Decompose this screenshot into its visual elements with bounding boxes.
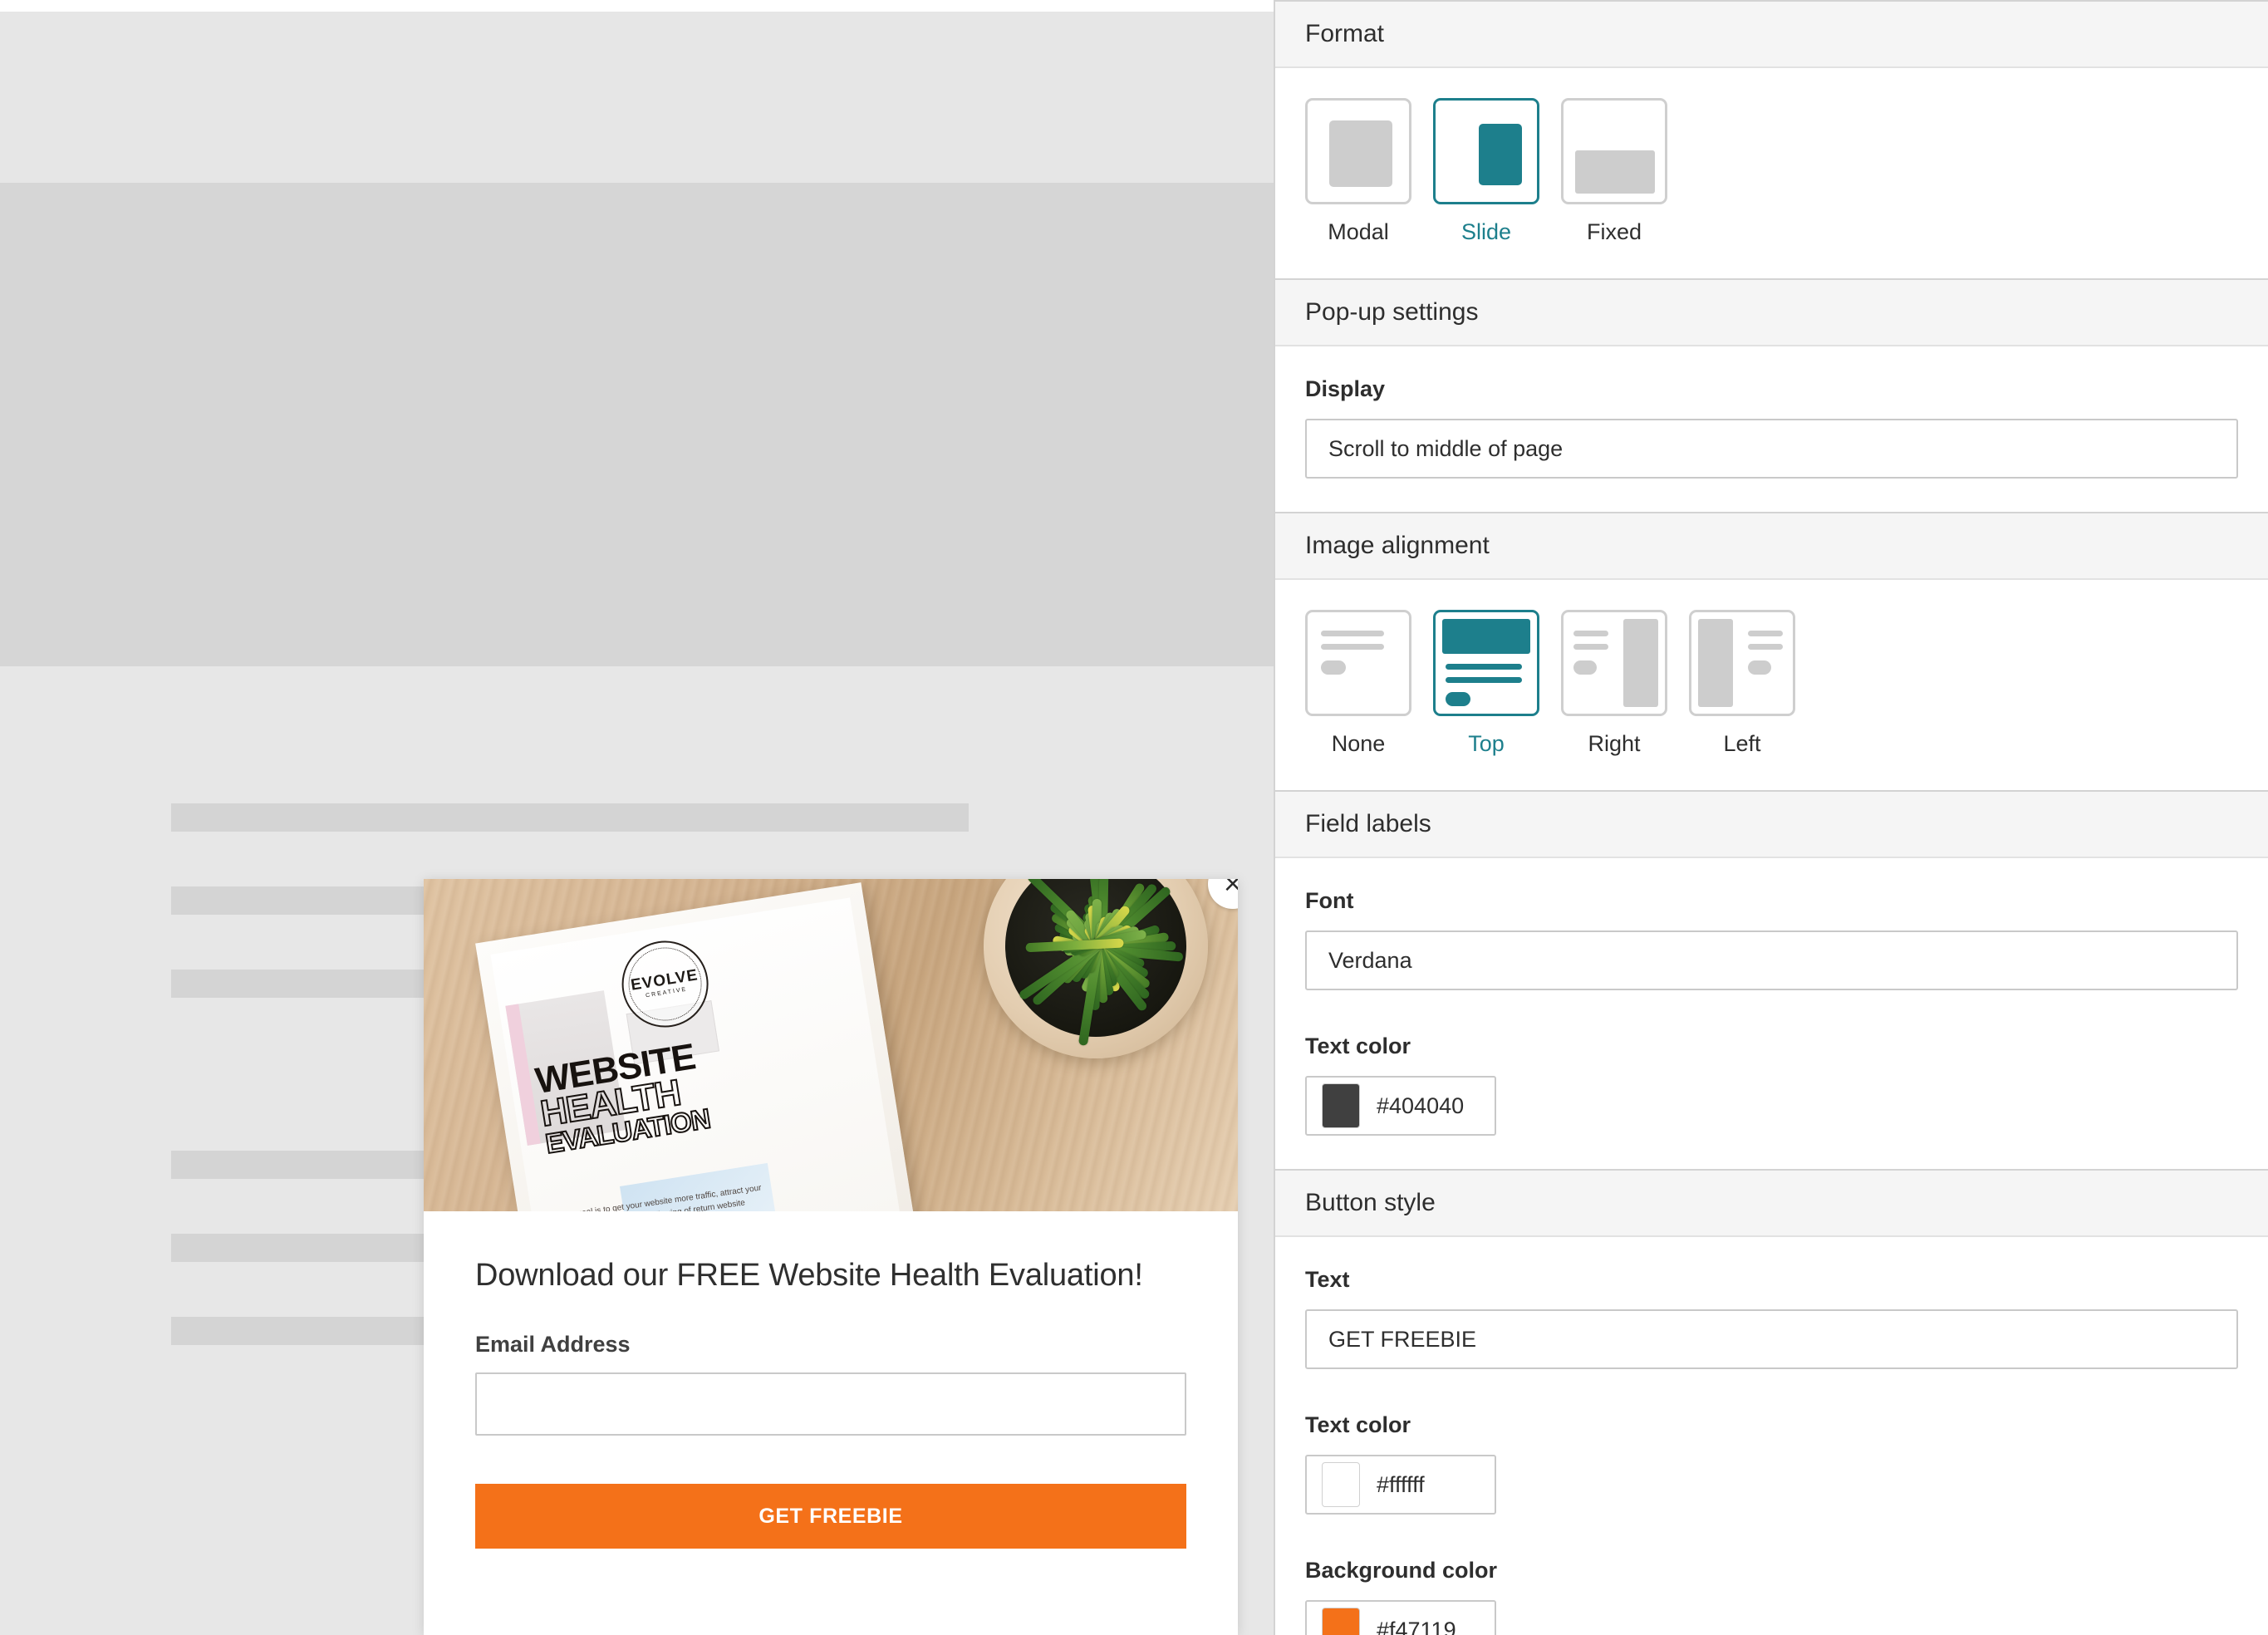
skeleton-topbar <box>0 12 1274 183</box>
website-preview-canvas: × EVOLVE CREATIVE WEBSITE HEALTH EVALUAT… <box>0 0 1274 1635</box>
font-label: Font <box>1305 888 1354 913</box>
field-labels-text-color-label: Text color <box>1305 1034 1411 1058</box>
align-top-icon <box>1433 610 1539 716</box>
format-option-slide[interactable]: Slide <box>1433 98 1539 245</box>
skeleton-bar <box>171 803 969 832</box>
section-body-field-labels: Font Verdana Text color #404040 <box>1275 858 2268 1169</box>
align-left-pill <box>1748 660 1771 675</box>
alignment-option-none-label: None <box>1331 731 1386 756</box>
color-swatch <box>1322 1462 1360 1507</box>
section-header-button-style: Button style <box>1275 1169 2268 1237</box>
align-right-line-1 <box>1573 631 1608 636</box>
button-text-color-picker[interactable]: #ffffff <box>1305 1455 1496 1515</box>
display-label: Display <box>1305 376 1386 401</box>
section-body-image-alignment: None Top Right Left <box>1275 580 2268 790</box>
fixed-icon <box>1561 98 1667 204</box>
email-input[interactable] <box>475 1372 1186 1436</box>
font-select[interactable]: Verdana <box>1305 930 2238 990</box>
email-field-label: Email Address <box>475 1332 631 1357</box>
color-swatch <box>1322 1608 1360 1635</box>
alignment-option-none[interactable]: None <box>1305 610 1411 757</box>
section-body-button-style: Text GET FREEBIE Text color #ffffff Back… <box>1275 1237 2268 1635</box>
align-left-line-2 <box>1748 644 1783 650</box>
align-none-pill <box>1321 660 1346 675</box>
button-text-color-label: Text color <box>1305 1412 1411 1437</box>
settings-panel: Format Modal Slide Fixed Pop-up settings… <box>1274 0 2268 1635</box>
format-option-row: Modal Slide Fixed <box>1305 98 2238 245</box>
alignment-option-top[interactable]: Top <box>1433 610 1539 757</box>
format-option-modal[interactable]: Modal <box>1305 98 1411 245</box>
popup-form-body: Download our FREE Website Health Evaluat… <box>424 1211 1238 1602</box>
button-text-label: Text <box>1305 1267 1350 1292</box>
section-header-image-alignment: Image alignment <box>1275 512 2268 580</box>
align-top-image-block <box>1442 619 1530 654</box>
color-swatch <box>1322 1083 1360 1128</box>
button-background-color-label: Background color <box>1305 1558 1498 1583</box>
align-none-line-1 <box>1321 631 1384 636</box>
section-body-format: Modal Slide Fixed <box>1275 68 2268 278</box>
display-select[interactable]: Scroll to middle of page <box>1305 419 2238 479</box>
align-none-line-2 <box>1321 644 1384 650</box>
align-right-pill <box>1573 660 1597 675</box>
button-text-input[interactable]: GET FREEBIE <box>1305 1309 2238 1369</box>
field-labels-text-color-value: #404040 <box>1377 1092 1465 1118</box>
align-top-pill <box>1446 692 1470 706</box>
slide-glyph <box>1479 124 1522 185</box>
format-option-modal-label: Modal <box>1328 219 1389 244</box>
field-labels-text-color-picker[interactable]: #404040 <box>1305 1076 1496 1136</box>
align-left-image-block <box>1698 619 1733 707</box>
alignment-option-top-label: Top <box>1468 731 1505 756</box>
align-top-line-1 <box>1446 664 1522 670</box>
modal-icon <box>1305 98 1411 204</box>
popup-preview-card: × EVOLVE CREATIVE WEBSITE HEALTH EVALUAT… <box>424 879 1238 1635</box>
button-background-color-picker[interactable]: #f47119 <box>1305 1600 1496 1635</box>
popup-hero-image: EVOLVE CREATIVE WEBSITE HEALTH EVALUATIO… <box>424 879 1238 1211</box>
section-body-popup-settings: Display Scroll to middle of page <box>1275 346 2268 512</box>
button-text-color-value: #ffffff <box>1377 1471 1425 1497</box>
fixed-glyph <box>1575 150 1655 194</box>
format-option-fixed[interactable]: Fixed <box>1561 98 1667 245</box>
align-top-line-2 <box>1446 677 1522 683</box>
button-background-color-value: #f47119 <box>1377 1617 1456 1635</box>
booklet-page: EVOLVE CREATIVE WEBSITE HEALTH EVALUATIO… <box>490 897 910 1211</box>
section-header-field-labels: Field labels <box>1275 790 2268 858</box>
align-left-line-1 <box>1748 631 1783 636</box>
alignment-option-right[interactable]: Right <box>1561 610 1667 757</box>
align-right-image-block <box>1623 619 1658 707</box>
get-freebie-button[interactable]: GET FREEBIE <box>475 1484 1186 1549</box>
align-right-icon <box>1561 610 1667 716</box>
app-screen: × EVOLVE CREATIVE WEBSITE HEALTH EVALUAT… <box>0 0 2268 1635</box>
brand-subtitle: CREATIVE <box>645 986 688 999</box>
skeleton-hero-block <box>0 183 1274 666</box>
format-option-slide-label: Slide <box>1460 219 1512 244</box>
alignment-option-left-label: Left <box>1723 731 1761 756</box>
format-option-fixed-label: Fixed <box>1586 219 1642 244</box>
brand-name: EVOLVE <box>629 966 700 994</box>
align-right-line-2 <box>1573 644 1608 650</box>
align-none-icon <box>1305 610 1411 716</box>
alignment-option-left[interactable]: Left <box>1689 610 1795 757</box>
section-header-format: Format <box>1275 0 2268 68</box>
slide-icon <box>1433 98 1539 204</box>
popup-heading: Download our FREE Website Health Evaluat… <box>475 1258 1143 1293</box>
modal-glyph <box>1329 120 1392 187</box>
alignment-option-row: None Top Right Left <box>1305 610 2238 757</box>
alignment-option-right-label: Right <box>1588 731 1641 756</box>
align-left-icon <box>1689 610 1795 716</box>
section-header-popup-settings: Pop-up settings <box>1275 278 2268 346</box>
